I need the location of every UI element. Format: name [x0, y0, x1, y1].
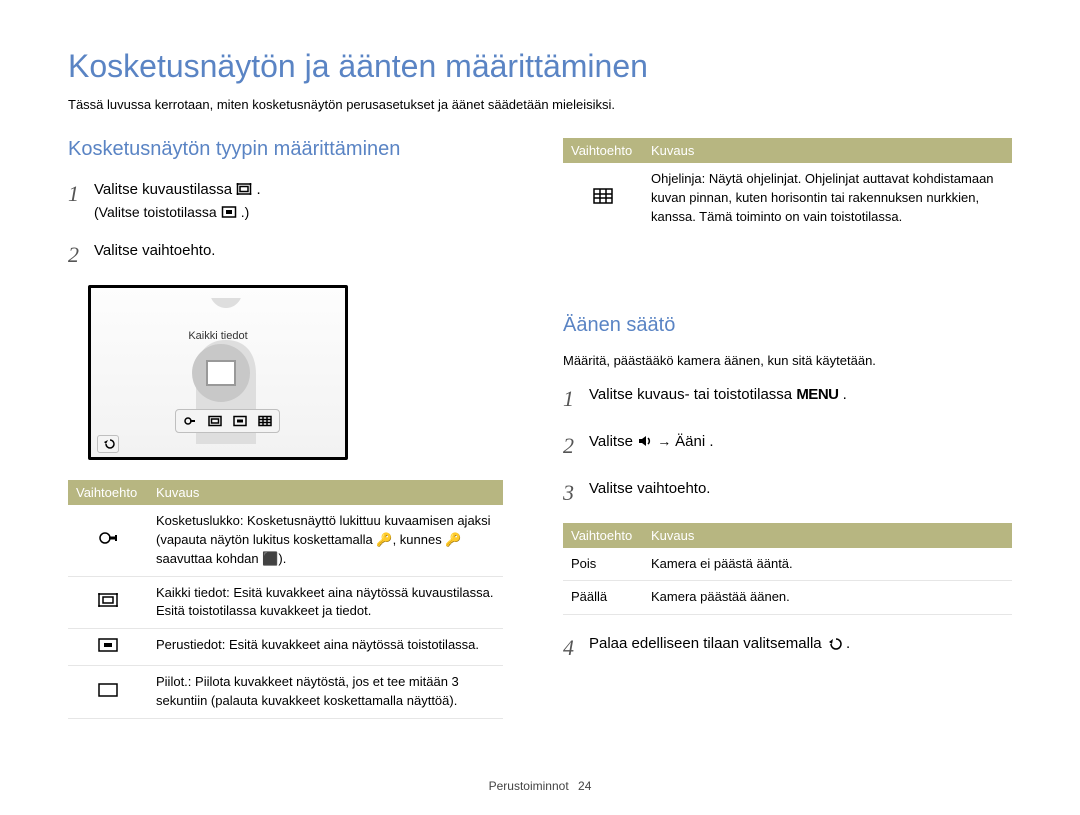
- lcd-opt-all-icon: [206, 413, 224, 429]
- back-arrow-icon: [101, 438, 115, 450]
- display-basic-icon: [221, 204, 237, 218]
- option-icon-cell: [563, 163, 643, 234]
- sound-icon: [637, 433, 653, 447]
- option-icon-cell: [68, 666, 148, 719]
- option-icon-cell: [68, 505, 148, 576]
- lcd-label: Kaikki tiedot: [91, 330, 345, 342]
- lcd-opt-basic-icon: [231, 413, 249, 429]
- lcd-option-bar: [175, 409, 280, 433]
- lcd-opt-lock-icon: [181, 413, 199, 429]
- lcd-back-button: [97, 435, 119, 453]
- right-heading: Äänen säätö: [563, 314, 1012, 337]
- option-desc-cell: Kaikki tiedot: Esitä kuvakkeet aina näyt…: [148, 576, 503, 629]
- step-number: 1: [563, 382, 579, 415]
- step-number: 1: [68, 177, 84, 224]
- option-desc-cell: Piilot.: Piilota kuvakkeet näytöstä, jos…: [148, 666, 503, 719]
- right-column: Vaihtoehto Kuvaus Ohjelinja: Näytä ohjel…: [563, 138, 1012, 729]
- lcd-preview: Kaikki tiedot: [88, 285, 348, 460]
- option-desc-cell: Perustiedot: Esitä kuvakkeet aina näytös…: [148, 629, 503, 666]
- table-row: Piilot.: Piilota kuvakkeet näytöstä, jos…: [68, 666, 503, 719]
- option-desc-cell: Kamera päästää äänen.: [643, 581, 1012, 615]
- step-body: Valitse vaihtoehto.: [94, 238, 215, 271]
- left-step-1: 1 Valitse kuvaustilassa . (Valitse toist…: [68, 177, 503, 224]
- th-description: Kuvaus: [643, 138, 1012, 163]
- right-top-table: Vaihtoehto Kuvaus Ohjelinja: Näytä ohjel…: [563, 138, 1012, 234]
- option-desc-cell: Ohjelinja: Näytä ohjelinjat. Ohjelinjat …: [643, 163, 1012, 234]
- option-icon-cell: [68, 576, 148, 629]
- display-basic-icon: [97, 636, 119, 654]
- left-heading: Kosketusnäytön tyypin määrittäminen: [68, 138, 503, 161]
- option-text-cell: Pois: [563, 548, 643, 581]
- step-number: 2: [563, 429, 579, 462]
- display-hide-icon: [97, 681, 119, 699]
- step-body: Valitse kuvaus- tai toistotilassa MENU .: [589, 382, 847, 415]
- step-number: 4: [563, 631, 579, 664]
- th-description: Kuvaus: [148, 480, 503, 505]
- footer-page-number: 24: [578, 779, 591, 793]
- table-row: Kaikki tiedot: Esitä kuvakkeet aina näyt…: [68, 576, 503, 629]
- back-icon: [826, 635, 842, 649]
- page-title: Kosketusnäytön ja äänten määrittäminen: [68, 48, 1012, 85]
- step-number: 3: [563, 476, 579, 509]
- table-row: Ohjelinja: Näytä ohjelinjat. Ohjelinjat …: [563, 163, 1012, 234]
- menu-label: MENU: [796, 386, 838, 403]
- step-body: Palaa edelliseen tilaan valitsemalla .: [589, 631, 850, 664]
- option-desc-cell: Kosketuslukko: Kosketusnäyttö lukittuu k…: [148, 505, 503, 576]
- right-step-4: 4 Palaa edelliseen tilaan valitsemalla .: [563, 631, 1012, 664]
- step-body: Valitse → Ääni .: [589, 429, 714, 462]
- lock-icon: [97, 529, 119, 547]
- display-all-icon: [97, 591, 119, 609]
- th-description: Kuvaus: [643, 523, 1012, 548]
- display-all-icon: [236, 181, 252, 195]
- intro-text: Tässä luvussa kerrotaan, miten kosketusn…: [68, 97, 1012, 112]
- step-number: 2: [68, 238, 84, 271]
- table-row: Perustiedot: Esitä kuvakkeet aina näytös…: [68, 629, 503, 666]
- left-step-2: 2 Valitse vaihtoehto.: [68, 238, 503, 271]
- right-step-1: 1 Valitse kuvaus- tai toistotilassa MENU…: [563, 382, 1012, 415]
- lcd-opt-grid-icon: [256, 413, 274, 429]
- right-step-3: 3 Valitse vaihtoehto.: [563, 476, 1012, 509]
- table-row: Pois Kamera ei päästä ääntä.: [563, 548, 1012, 581]
- right-options-table: Vaihtoehto Kuvaus Pois Kamera ei päästä …: [563, 523, 1012, 616]
- right-intro: Määritä, päästääkö kamera äänen, kun sit…: [563, 353, 1012, 368]
- option-desc-cell: Kamera ei päästä ääntä.: [643, 548, 1012, 581]
- table-row: Kosketuslukko: Kosketusnäyttö lukittuu k…: [68, 505, 503, 576]
- footer-section: Perustoiminnot: [489, 779, 569, 793]
- two-column-layout: Kosketusnäytön tyypin määrittäminen 1 Va…: [68, 138, 1012, 729]
- left-column: Kosketusnäytön tyypin määrittäminen 1 Va…: [68, 138, 503, 729]
- th-option: Vaihtoehto: [563, 523, 643, 548]
- option-icon-cell: [68, 629, 148, 666]
- th-option: Vaihtoehto: [563, 138, 643, 163]
- lcd-center-disc: [192, 344, 250, 402]
- page: Kosketusnäytön ja äänten määrittäminen T…: [0, 0, 1080, 759]
- table-row: Päällä Kamera päästää äänen.: [563, 581, 1012, 615]
- left-options-table: Vaihtoehto Kuvaus Kosketuslukko: Kosketu…: [68, 480, 503, 719]
- right-step-2: 2 Valitse → Ääni .: [563, 429, 1012, 462]
- option-text-cell: Päällä: [563, 581, 643, 615]
- grid-icon: [592, 187, 614, 205]
- th-option: Vaihtoehto: [68, 480, 148, 505]
- step-body: Valitse vaihtoehto.: [589, 476, 710, 509]
- step-body: Valitse kuvaustilassa . (Valitse toistot…: [94, 177, 261, 224]
- page-footer: Perustoiminnot 24: [0, 779, 1080, 793]
